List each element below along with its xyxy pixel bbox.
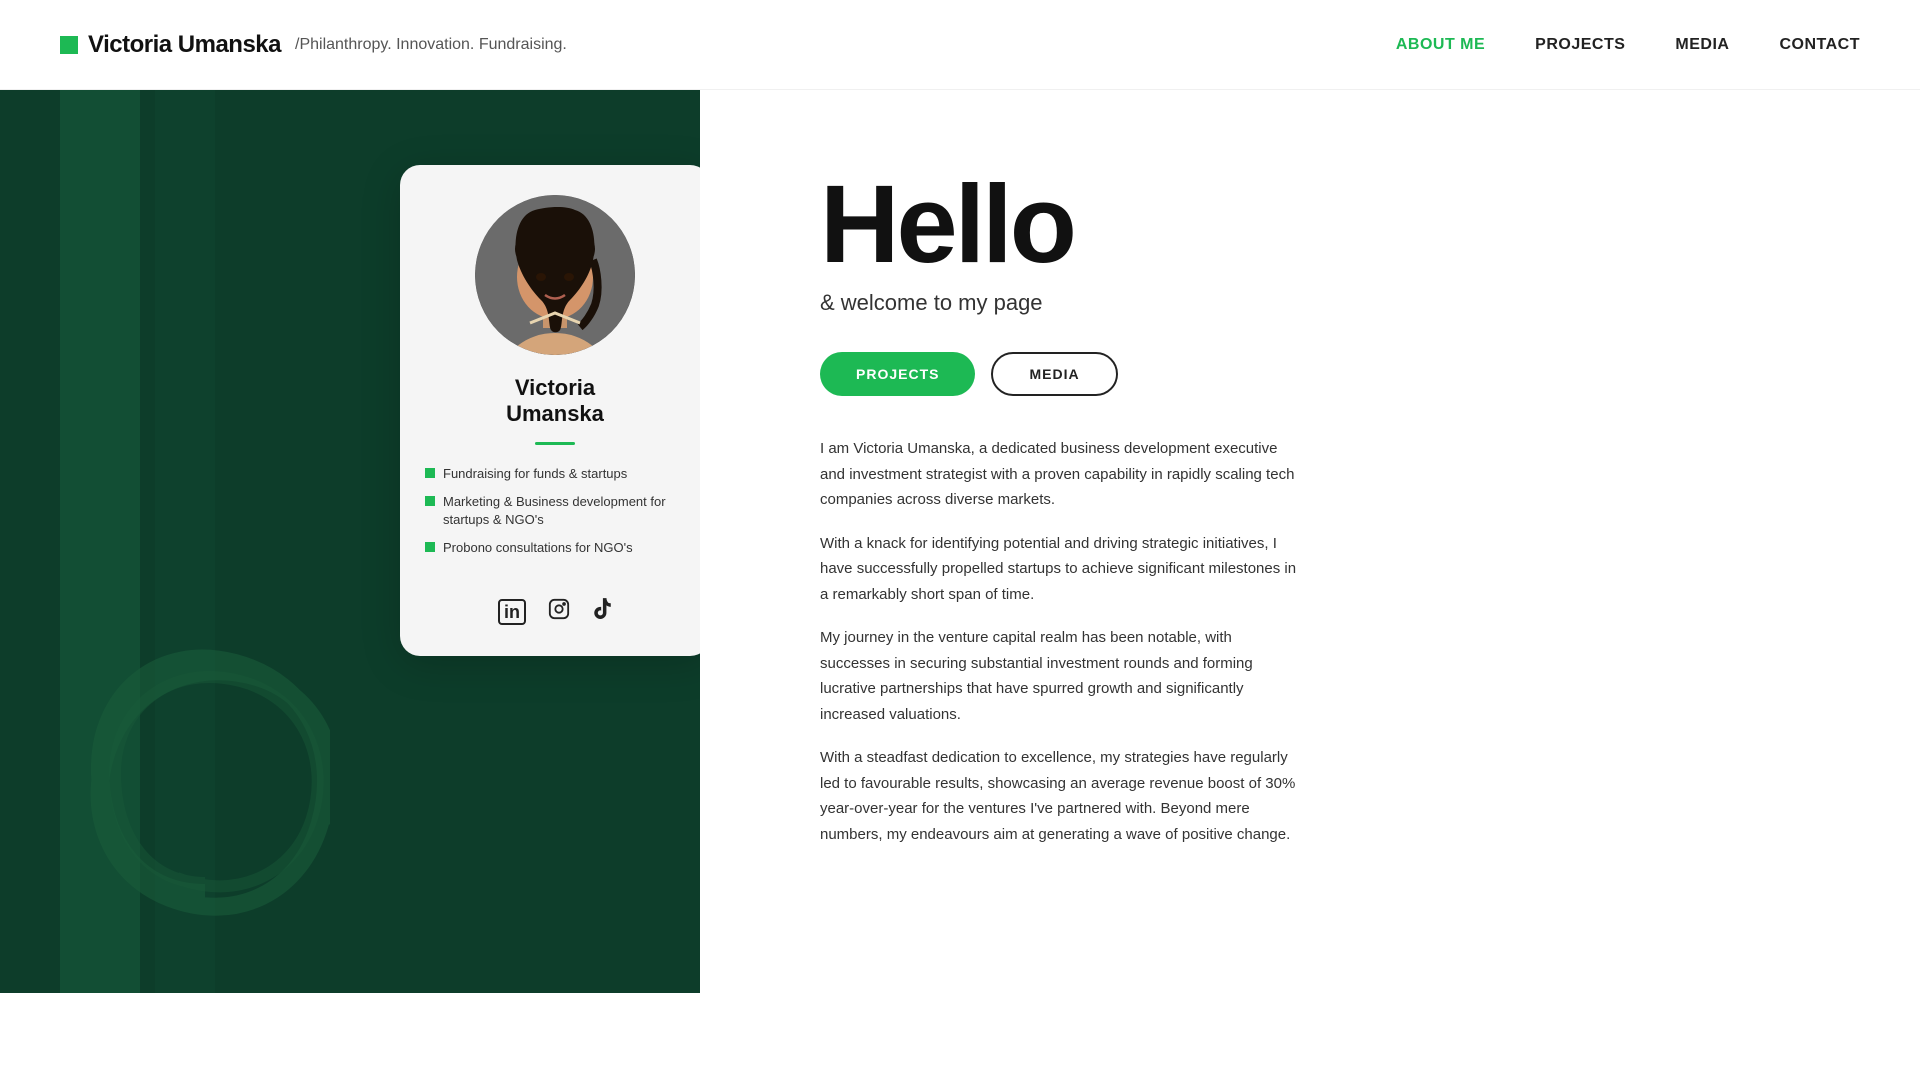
list-item: Probono consultations for NGO's	[425, 539, 685, 557]
bio-paragraph-3: My journey in the venture capital realm …	[820, 625, 1300, 727]
name-underline-decoration	[535, 442, 575, 445]
main-content: Victoria Umanska Fundraising for funds &…	[0, 90, 1920, 993]
logo-square-icon	[60, 36, 78, 54]
bio-paragraph-2: With a knack for identifying potential a…	[820, 531, 1300, 608]
profile-name: Victoria Umanska	[506, 375, 604, 428]
list-item: Fundraising for funds & startups	[425, 465, 685, 483]
main-nav: ABOUT ME PROJECTS MEDIA CONTACT	[1396, 36, 1860, 54]
bio-text-area: I am Victoria Umanska, a dedicated busin…	[820, 436, 1300, 847]
spiral-decoration	[80, 593, 330, 943]
tiktok-icon[interactable]	[592, 598, 612, 626]
logo-tagline: /Philanthropy. Innovation. Fundraising.	[295, 36, 567, 54]
skill-bullet-icon	[425, 496, 435, 506]
right-panel: Hello & welcome to my page PROJECTS MEDI…	[700, 90, 1920, 993]
skill-bullet-icon	[425, 468, 435, 478]
linkedin-icon[interactable]: in	[498, 599, 526, 625]
hero-title: Hello	[820, 170, 1800, 280]
hero-subtitle: & welcome to my page	[820, 290, 1800, 316]
logo-area: Victoria Umanska /Philanthropy. Innovati…	[60, 31, 567, 59]
instagram-icon[interactable]	[548, 598, 570, 626]
list-item: Marketing & Business development for sta…	[425, 493, 685, 529]
bio-paragraph-1: I am Victoria Umanska, a dedicated busin…	[820, 436, 1300, 513]
media-button[interactable]: MEDIA	[991, 352, 1117, 396]
social-icons-group: in	[498, 598, 612, 626]
skills-list: Fundraising for funds & startups Marketi…	[425, 465, 685, 568]
avatar-image	[475, 195, 635, 355]
avatar	[475, 195, 635, 355]
cta-buttons-group: PROJECTS MEDIA	[820, 352, 1800, 396]
nav-media[interactable]: MEDIA	[1675, 36, 1729, 54]
site-header: Victoria Umanska /Philanthropy. Innovati…	[0, 0, 1920, 90]
bio-paragraph-4: With a steadfast dedication to excellenc…	[820, 745, 1300, 847]
left-panel: Victoria Umanska Fundraising for funds &…	[0, 90, 700, 993]
nav-about-me[interactable]: ABOUT ME	[1396, 36, 1485, 54]
nav-projects[interactable]: PROJECTS	[1535, 36, 1625, 54]
projects-button[interactable]: PROJECTS	[820, 352, 975, 396]
logo-name: Victoria Umanska	[88, 31, 281, 59]
skill-bullet-icon	[425, 542, 435, 552]
nav-contact[interactable]: CONTACT	[1779, 36, 1860, 54]
profile-card: Victoria Umanska Fundraising for funds &…	[400, 165, 700, 656]
